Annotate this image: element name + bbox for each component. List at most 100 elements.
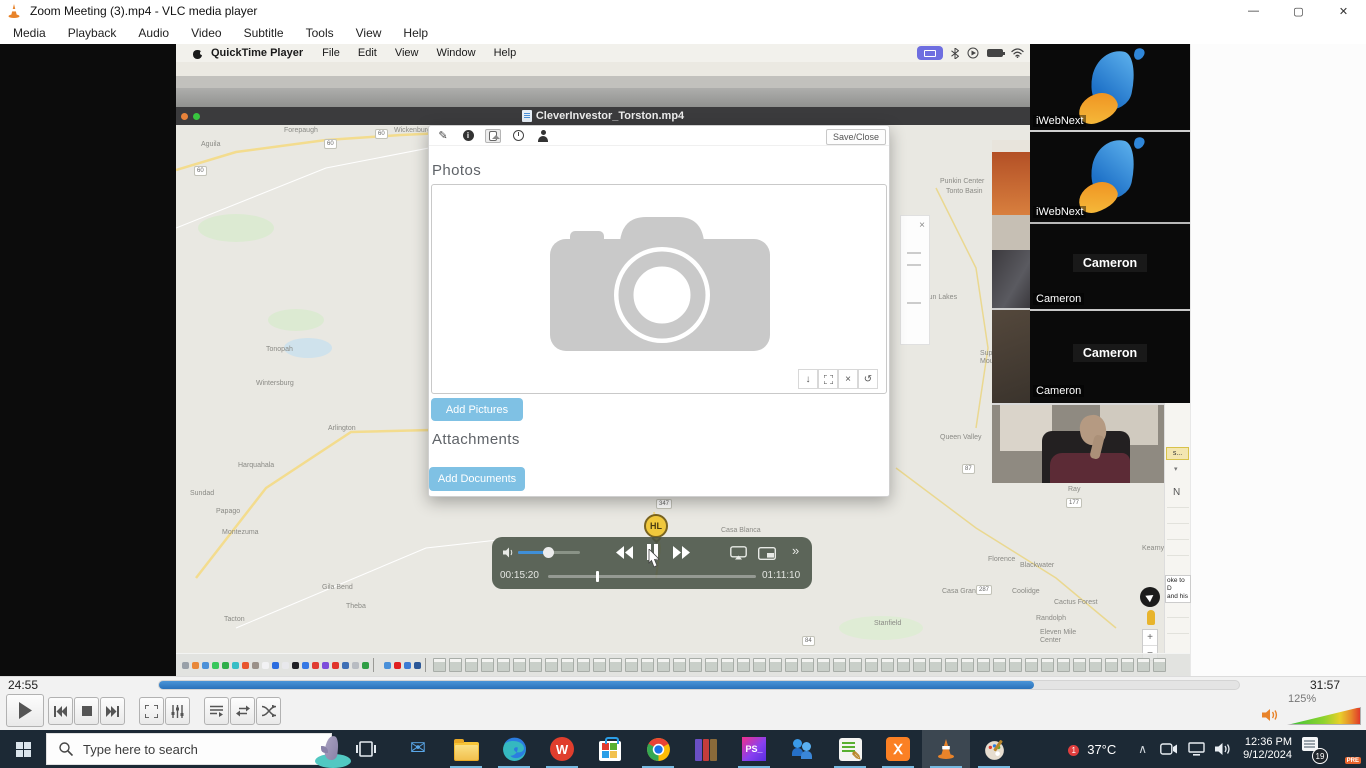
menu-item[interactable]: Help bbox=[392, 23, 439, 43]
menu-item[interactable]: Playback bbox=[57, 23, 128, 43]
traffic-light-green bbox=[193, 113, 200, 120]
dock-window-thumbnail bbox=[1137, 658, 1150, 672]
chat-note-fragment: oke to D and his bbox=[1165, 575, 1191, 603]
compass-north-label: N bbox=[1173, 487, 1180, 498]
taskbar-edge[interactable] bbox=[490, 730, 538, 768]
taskbar-messenger[interactable] bbox=[778, 730, 826, 768]
playlist-button[interactable] bbox=[204, 697, 229, 725]
mac-menu-item: File bbox=[322, 47, 340, 59]
tray-clock[interactable]: 12:36 PM 9/12/2024 bbox=[1237, 736, 1298, 762]
taskbar: ✉ W PS_ ✎ ꓫ bbox=[0, 730, 1366, 768]
search-input[interactable] bbox=[81, 741, 251, 758]
dock-window-thumbnail bbox=[1057, 658, 1070, 672]
participant-tile: iWebNext bbox=[1030, 44, 1190, 130]
directions-icon bbox=[1140, 587, 1160, 607]
traffic-light-red bbox=[181, 113, 188, 120]
participant-tile: iWebNext bbox=[1030, 133, 1190, 221]
minimize-button[interactable]: — bbox=[1231, 0, 1276, 22]
iwebnext-logo bbox=[1072, 137, 1152, 215]
phpstorm-icon: PS_ bbox=[742, 737, 766, 761]
taskbar-xampp[interactable]: ꓫ bbox=[874, 730, 922, 768]
dock-window-thumbnail bbox=[1105, 658, 1118, 672]
copilot-pre-badge: PRE bbox=[1345, 757, 1361, 764]
speaker-icon[interactable] bbox=[1215, 742, 1232, 756]
mail-icon: ✉ bbox=[410, 737, 426, 761]
start-button[interactable] bbox=[0, 730, 46, 768]
qt-pip-icon bbox=[758, 547, 776, 560]
dock-app-icon bbox=[282, 662, 289, 669]
volume-icon[interactable] bbox=[1262, 708, 1280, 722]
meet-now-icon[interactable] bbox=[1160, 742, 1178, 756]
stop-button[interactable] bbox=[74, 697, 99, 725]
play-button[interactable] bbox=[6, 694, 44, 727]
pencil-icon: ✎ bbox=[435, 129, 451, 143]
taskbar-chrome[interactable] bbox=[634, 730, 682, 768]
vlc-icon bbox=[934, 737, 958, 761]
blurred-toolbar-band bbox=[176, 76, 1030, 88]
taskbar-phpstorm[interactable]: PS_ bbox=[730, 730, 778, 768]
dock-window-thumbnail bbox=[737, 658, 750, 672]
menu-item[interactable]: Tools bbox=[295, 23, 345, 43]
photos-dialog: ✎ i Save/Close Photos ↓ × ↺ Add Pictur bbox=[428, 125, 890, 497]
winrar-icon bbox=[695, 739, 717, 761]
dock-app-icon bbox=[222, 662, 229, 669]
dock-app-icon bbox=[192, 662, 199, 669]
dock-window-thumbnail bbox=[817, 658, 830, 672]
download-icon: ↓ bbox=[798, 369, 818, 389]
network-icon[interactable] bbox=[1188, 742, 1205, 756]
taskbar-notepadpp[interactable]: ✎ bbox=[826, 730, 874, 768]
taskbar-vlc[interactable] bbox=[922, 730, 970, 768]
menu-item[interactable]: Video bbox=[180, 23, 232, 43]
menu-item[interactable]: View bbox=[345, 23, 393, 43]
webcam-video-tile bbox=[992, 403, 1164, 483]
taskbar-store[interactable] bbox=[586, 730, 634, 768]
dock-window-thumbnail bbox=[465, 658, 478, 672]
menu-item[interactable]: Media bbox=[2, 23, 57, 43]
dock-window-thumbnail bbox=[1025, 658, 1038, 672]
copilot-button[interactable]: PRE bbox=[1332, 736, 1358, 762]
taskbar-file-explorer[interactable] bbox=[442, 730, 490, 768]
dock-window-thumbnail bbox=[945, 658, 958, 672]
vlc-seekbar[interactable] bbox=[158, 680, 1240, 690]
screen: Zoom Meeting (3).mp4 - VLC media player … bbox=[0, 0, 1366, 768]
dock-app-icon bbox=[404, 662, 411, 669]
dock-app-icon bbox=[182, 662, 189, 669]
taskbar-winrar[interactable] bbox=[682, 730, 730, 768]
notification-center[interactable]: 19 bbox=[1298, 734, 1328, 764]
weather-temp: 37°C bbox=[1087, 742, 1116, 757]
loop-button[interactable] bbox=[230, 697, 255, 725]
extended-settings-button[interactable] bbox=[165, 697, 190, 725]
dock-app-icon bbox=[384, 662, 391, 669]
fullscreen-button[interactable] bbox=[139, 697, 164, 725]
taskbar-paint[interactable] bbox=[970, 730, 1018, 768]
previous-button[interactable] bbox=[48, 697, 73, 725]
qt-rewind-icon bbox=[616, 546, 634, 559]
tray-expand-chevron[interactable]: ∧ bbox=[1130, 742, 1155, 756]
maximize-button[interactable]: ▢ bbox=[1276, 0, 1321, 22]
dock-app-icon bbox=[362, 662, 369, 669]
taskbar-search[interactable] bbox=[46, 733, 332, 765]
map-place-label: Wintersburg bbox=[256, 380, 294, 388]
shuffle-button[interactable] bbox=[256, 697, 281, 725]
dock-window-thumbnail bbox=[753, 658, 766, 672]
dock-window-thumbnail bbox=[833, 658, 846, 672]
document-icon bbox=[522, 110, 532, 122]
participant-name-label: Cameron bbox=[1033, 385, 1084, 397]
menu-item[interactable]: Subtitle bbox=[233, 23, 295, 43]
dock-window-thumbnail bbox=[481, 658, 494, 672]
map-place-label: Theba bbox=[346, 603, 366, 611]
zoom-in-button: + bbox=[1143, 630, 1157, 646]
dock-app-icon bbox=[342, 662, 349, 669]
play-circle-icon bbox=[967, 47, 979, 59]
map-place-label: Florence bbox=[988, 556, 1015, 564]
dock-window-thumbnail bbox=[433, 658, 446, 672]
map-place-label: Ray bbox=[1068, 486, 1080, 494]
rotate-icon: ↺ bbox=[858, 369, 878, 389]
menu-item[interactable]: Audio bbox=[127, 23, 180, 43]
taskbar-mail[interactable]: ✉ bbox=[394, 730, 442, 768]
task-view-button[interactable] bbox=[342, 730, 390, 768]
taskbar-wps[interactable]: W bbox=[538, 730, 586, 768]
close-button[interactable]: ✕ bbox=[1321, 0, 1366, 22]
next-button[interactable] bbox=[100, 697, 125, 725]
dock-window-thumbnail bbox=[673, 658, 686, 672]
